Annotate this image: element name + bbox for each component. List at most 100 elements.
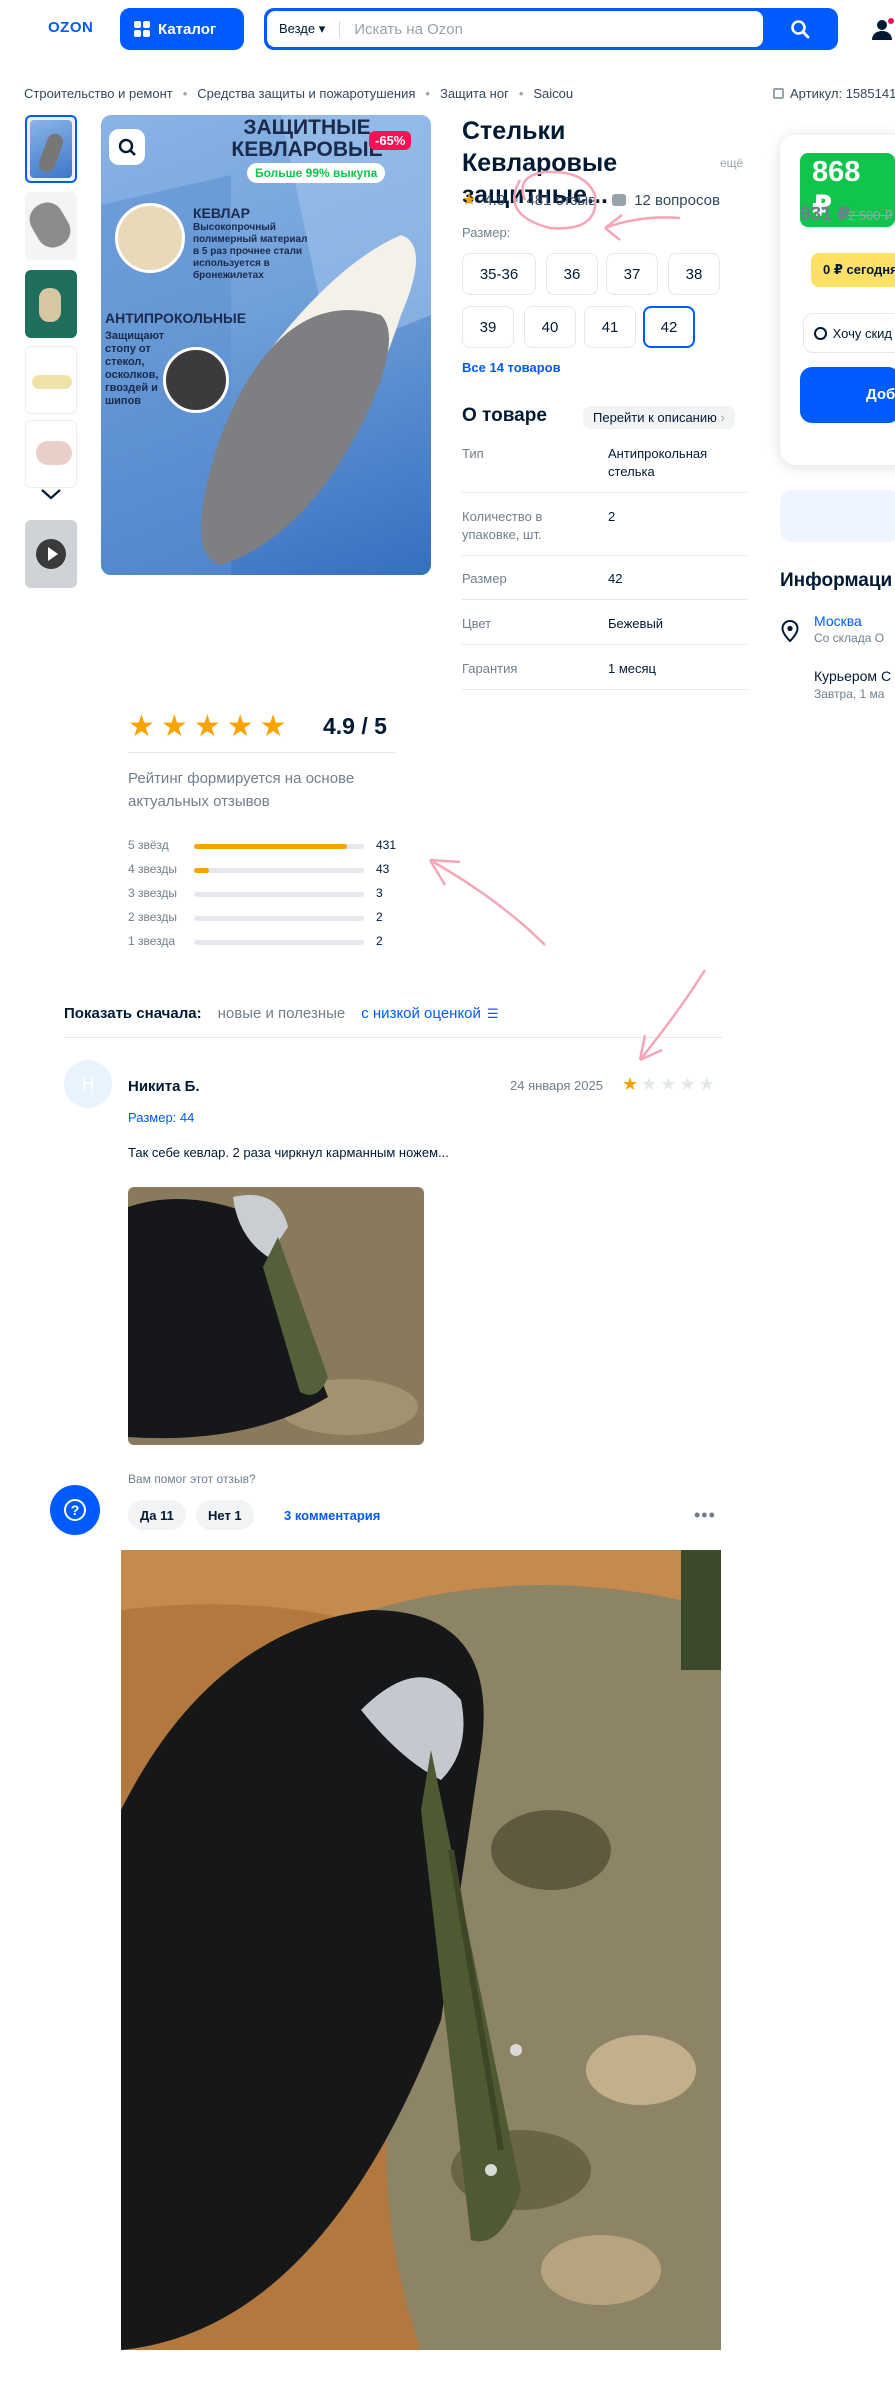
sort-icon: ☰ <box>486 1005 499 1021</box>
gallery-thumbnail[interactable] <box>25 115 77 183</box>
gallery-thumbnail[interactable] <box>25 346 77 414</box>
gallery-thumbnail[interactable] <box>25 192 77 260</box>
star-icon: ★ <box>641 1074 658 1094</box>
histogram-bar <box>194 892 364 897</box>
histogram-label: 4 звезды <box>128 862 178 876</box>
rating-note: Рейтинг формируется на основе актуальных… <box>128 770 355 810</box>
review-photo-large[interactable] <box>121 1550 721 2350</box>
histogram-label: 1 звезда <box>128 934 176 948</box>
courier-option[interactable]: Курьером С <box>814 668 891 684</box>
size-option[interactable]: 39 <box>462 306 514 348</box>
catalog-label: Каталог <box>158 20 217 38</box>
histogram-label: 3 звезды <box>128 886 178 900</box>
reviews-link[interactable]: 481 отзыв <box>526 192 596 209</box>
buyout-badge: Больше 99% выкупа <box>247 163 386 183</box>
size-option[interactable]: 37 <box>606 253 658 295</box>
rating-histogram-row[interactable]: 3 звезды 3 <box>128 886 408 902</box>
breadcrumb-item[interactable]: Saicou <box>533 86 573 101</box>
search-bar: Везде ▾ <box>264 8 838 50</box>
rating-histogram-row[interactable]: 1 звезда 2 <box>128 934 408 950</box>
histogram-count: 43 <box>376 862 390 876</box>
spec-row: Количество в упаковке, шт. 2 <box>462 508 747 556</box>
breadcrumb-item[interactable]: Защита ног <box>440 86 509 101</box>
more-options-icon[interactable]: ••• <box>694 1505 716 1526</box>
histogram-fill <box>194 868 210 873</box>
search-field: Везде ▾ <box>267 11 763 47</box>
star-icon: ★ <box>160 710 188 743</box>
kevlar-text: Высокопрочный полимерный материал в 5 ра… <box>193 222 308 281</box>
secondary-panel <box>780 490 895 542</box>
rating-histogram-row[interactable]: 5 звёзд 431 <box>128 838 408 854</box>
size-option[interactable]: 41 <box>584 306 636 348</box>
star-icon: ★ <box>259 710 287 743</box>
profile-icon[interactable] <box>870 17 894 46</box>
discount-badge: -65% <box>369 131 412 150</box>
delivery-city[interactable]: Москва <box>814 613 862 629</box>
questions-link[interactable]: 12 вопросов <box>634 192 720 209</box>
star-icon: ★ <box>622 1074 639 1094</box>
spec-row: Тип Антипрокольная стелька <box>462 445 747 493</box>
avatar: Н <box>64 1060 112 1108</box>
size-label: Размер: <box>462 225 511 240</box>
histogram-bar <box>194 868 364 873</box>
divider <box>64 1037 722 1038</box>
kevlar-sample-image <box>115 203 185 273</box>
want-discount-button[interactable]: Хочу скид <box>803 313 895 353</box>
rating-stars: ★ ★ ★ ★ ★ <box>128 712 287 742</box>
size-option-selected[interactable]: 42 <box>643 306 695 348</box>
breadcrumb-item[interactable]: Строительство и ремонт <box>24 86 173 101</box>
sort-label: Показать сначала: <box>64 1005 202 1022</box>
gallery-thumbnail[interactable] <box>25 270 77 338</box>
review-photo-thumbnail[interactable] <box>128 1187 424 1445</box>
spec-row: Размер 42 <box>462 570 747 600</box>
review-author: Никита Б. <box>128 1078 200 1095</box>
histogram-fill <box>194 844 347 849</box>
search-button[interactable] <box>768 11 832 47</box>
size-option[interactable]: 35-36 <box>462 253 536 295</box>
rating-histogram-row[interactable]: 4 звезды 43 <box>128 862 408 878</box>
review-stars: ★ ★ ★ ★ ★ <box>622 1075 715 1093</box>
size-option[interactable]: 38 <box>668 253 720 295</box>
sku-label[interactable]: Артикул: 1585141 <box>773 86 895 101</box>
comments-link[interactable]: 3 комментария <box>284 1508 380 1523</box>
delivery-city-sub: Со склада O <box>814 631 885 645</box>
image-search-icon[interactable] <box>109 129 145 165</box>
star-icon: ★ <box>679 1074 696 1094</box>
histogram-bar <box>194 916 364 921</box>
breadcrumb-item[interactable]: Средства защиты и пожаротушения <box>197 86 415 101</box>
rating-histogram-row[interactable]: 2 звезды 2 <box>128 910 408 926</box>
search-icon <box>791 20 810 39</box>
chevron-down-icon[interactable] <box>38 486 64 507</box>
add-to-cart-button[interactable]: Доб <box>800 367 895 423</box>
size-option[interactable]: 40 <box>524 306 576 348</box>
anti-title: АНТИПРОКОЛЬНЫЕ <box>105 310 247 326</box>
price-old: 2 500 ₽ <box>848 208 893 223</box>
product-main-image[interactable]: ЗАЩИТНЫЕ КЕВЛАРОВЫЕ СТЕЛЬКИ -65% Больше … <box>101 115 431 575</box>
search-input[interactable] <box>354 20 735 38</box>
all-products-link[interactable]: Все 14 товаров <box>462 360 561 375</box>
price-regular: 931 ₽ <box>800 204 851 225</box>
catalog-button[interactable]: Каталог <box>120 8 244 50</box>
helpful-no-button[interactable]: Нет 1 <box>196 1500 254 1530</box>
question-icon: ? <box>64 1499 86 1521</box>
gallery-thumbnail[interactable] <box>25 420 77 488</box>
review-date: 24 января 2025 <box>510 1078 603 1093</box>
helpful-yes-button[interactable]: Да 11 <box>128 1500 186 1530</box>
gallery-video-thumbnail[interactable] <box>25 520 77 588</box>
goto-description-button[interactable]: Перейти к описанию › <box>583 406 735 429</box>
review-size: Размер: 44 <box>128 1110 195 1125</box>
title-more-link[interactable]: ещё <box>720 156 743 170</box>
sort-option-low[interactable]: с низкой оценкой ☰ <box>361 1005 498 1022</box>
search-scope-select[interactable]: Везде ▾ <box>279 21 341 37</box>
sort-option-new[interactable]: новые и полезные <box>218 1005 346 1022</box>
courier-sub: Завтра, 1 ма <box>814 687 885 701</box>
ozon-logo[interactable]: OZON <box>48 19 93 36</box>
star-icon: ★ <box>193 710 221 743</box>
histogram-label: 2 звезды <box>128 910 178 924</box>
pay-today-badge[interactable]: 0 ₽ сегодня <box>811 253 895 287</box>
delivery-info-title: Информаци <box>780 570 893 591</box>
help-button[interactable]: ? <box>50 1485 100 1535</box>
star-icon: ★ <box>462 192 477 209</box>
size-option[interactable]: 36 <box>546 253 598 295</box>
star-icon: ★ <box>660 1074 677 1094</box>
